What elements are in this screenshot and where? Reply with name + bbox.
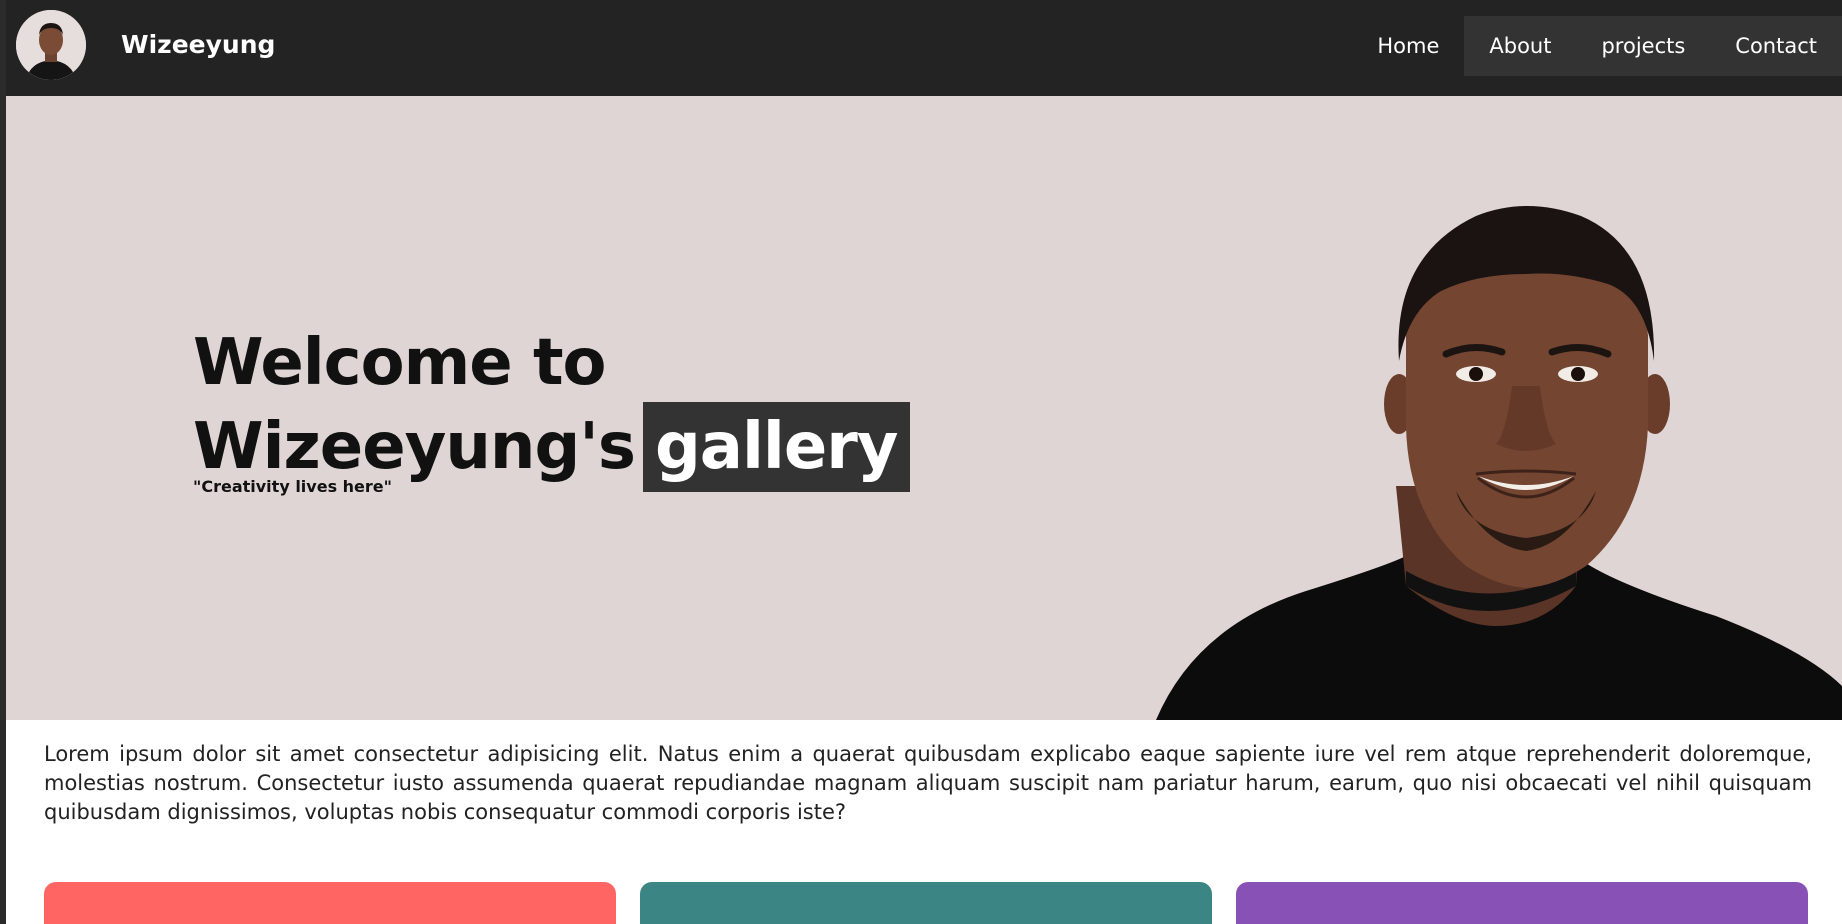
nav-links: Home About projects Contact bbox=[1352, 16, 1842, 76]
project-card-1[interactable] bbox=[44, 882, 616, 924]
hero-title-highlight: gallery bbox=[642, 402, 910, 492]
avatar-portrait-icon bbox=[16, 10, 86, 80]
page: Wizeeyung Home About projects Contact We… bbox=[0, 0, 1842, 924]
hero-portrait-image bbox=[1156, 206, 1842, 720]
navbar: Wizeeyung Home About projects Contact bbox=[6, 0, 1842, 96]
avatar[interactable] bbox=[16, 10, 86, 80]
nav-link-contact[interactable]: Contact bbox=[1710, 16, 1842, 76]
project-card-3[interactable] bbox=[1236, 882, 1808, 924]
intro-paragraph: Lorem ipsum dolor sit amet consectetur a… bbox=[44, 742, 1812, 824]
hero-title: Welcome to Wizeeyung's gallery bbox=[193, 324, 910, 492]
nav-link-about[interactable]: About bbox=[1464, 16, 1577, 76]
nav-link-home[interactable]: Home bbox=[1352, 16, 1464, 76]
project-card-2[interactable] bbox=[640, 882, 1212, 924]
brand-name[interactable]: Wizeeyung bbox=[121, 30, 275, 59]
hero-title-name: Wizeeyung's bbox=[193, 410, 636, 484]
hero-title-line1: Welcome to bbox=[193, 326, 606, 400]
hero-section: Welcome to Wizeeyung's gallery "Creativit… bbox=[6, 96, 1842, 720]
nav-link-projects[interactable]: projects bbox=[1576, 16, 1711, 76]
hero-tagline: "Creativity lives here" bbox=[193, 477, 392, 496]
